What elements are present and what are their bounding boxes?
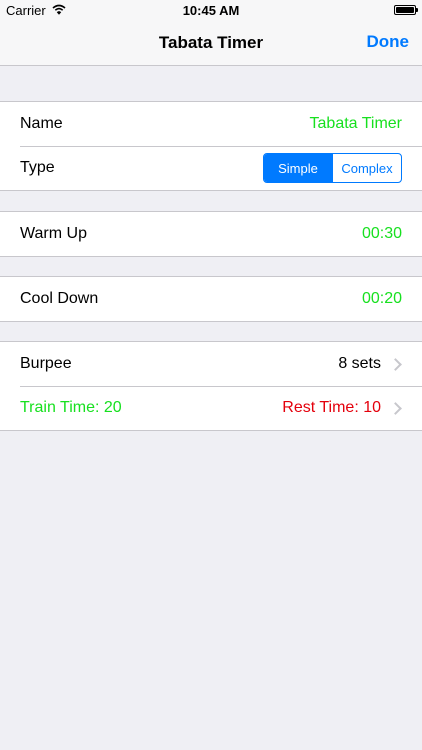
name-row[interactable]: Name Tabata Timer [0,102,422,146]
rest-time: Rest Time: 10 [282,399,381,416]
type-segmented-control[interactable]: Simple Complex [263,153,402,183]
battery-icon [394,5,418,15]
type-segment-simple[interactable]: Simple [264,154,332,182]
battery-level [396,7,414,13]
chevron-right-icon [389,357,402,371]
warm-up-label: Warm Up [20,225,87,242]
cool-down-label: Cool Down [20,290,99,307]
chevron-right-icon [389,401,402,415]
page-title: Tabata Timer [158,33,264,52]
done-button[interactable]: Done [367,32,410,52]
timer-settings-group: Name Tabata Timer Type Simple Complex [0,101,422,191]
exercise-row[interactable]: Burpee 8 sets [0,342,422,386]
type-row: Type Simple Complex [0,146,422,190]
train-time: Train Time: 20 [20,399,122,416]
warm-up-value: 00:30 [361,225,402,242]
warm-up-group: Warm Up 00:30 [0,211,422,257]
exercise-sets: 8 sets [338,355,381,372]
name-value[interactable]: Tabata Timer [310,115,402,133]
name-label: Name [20,115,63,132]
cool-down-value: 00:20 [361,290,402,307]
train-rest-row[interactable]: Train Time: 20 Rest Time: 10 [0,386,422,430]
warm-up-row[interactable]: Warm Up 00:30 [0,212,422,256]
status-time: 10:45 AM [182,3,240,18]
status-right [394,5,418,15]
type-label: Type [20,159,55,176]
exercise-name: Burpee [20,355,72,372]
cool-down-row[interactable]: Cool Down 00:20 [0,277,422,321]
cool-down-group: Cool Down 00:20 [0,276,422,322]
type-segment-complex[interactable]: Complex [332,154,401,182]
exercise-group: Burpee 8 sets Train Time: 20 Rest Time: … [0,341,422,431]
navigation-bar: Tabata Timer Done [0,22,422,66]
status-bar: Carrier 10:45 AM [0,0,422,22]
